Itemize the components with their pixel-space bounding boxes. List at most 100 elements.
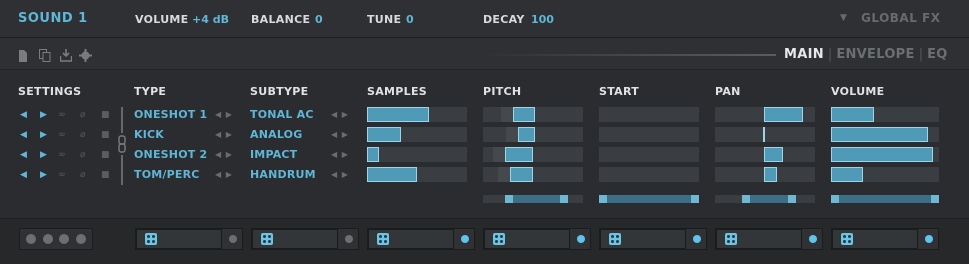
global-fx-button[interactable]: GLOBAL FX bbox=[861, 11, 940, 25]
mute-icon[interactable]: ⌀ bbox=[80, 109, 85, 121]
tab-envelope[interactable]: ENVELOPE bbox=[836, 47, 914, 62]
gear-icon[interactable] bbox=[79, 49, 92, 62]
samples-bar[interactable] bbox=[367, 147, 467, 162]
lock-icon[interactable]: ■ bbox=[101, 149, 110, 161]
randomize-button[interactable] bbox=[832, 229, 918, 249]
slider-handle[interactable] bbox=[742, 195, 750, 203]
start-bar[interactable] bbox=[599, 147, 699, 162]
balance-value[interactable]: 0 bbox=[315, 13, 323, 26]
copy-icon[interactable] bbox=[39, 49, 51, 62]
link-icon[interactable]: ∞ bbox=[58, 129, 66, 141]
link-icon[interactable]: ∞ bbox=[58, 109, 66, 121]
tab-main[interactable]: MAIN bbox=[784, 47, 824, 62]
slider-handle[interactable] bbox=[831, 195, 839, 203]
slot-indicator[interactable] bbox=[229, 235, 237, 243]
mute-icon[interactable]: ⌀ bbox=[80, 149, 85, 161]
mod-slot[interactable] bbox=[599, 228, 707, 250]
slot-indicator[interactable] bbox=[925, 235, 933, 243]
mod-slot[interactable] bbox=[483, 228, 591, 250]
subtype-arrows[interactable]: ◀ ▶ bbox=[331, 150, 349, 159]
chevron-down-icon[interactable]: ▼ bbox=[840, 13, 847, 23]
subtype-arrows[interactable]: ◀ ▶ bbox=[331, 170, 349, 179]
pitch-bar[interactable] bbox=[483, 147, 583, 162]
slider-handle[interactable] bbox=[691, 195, 699, 203]
subtype-value[interactable]: HANDRUM bbox=[250, 168, 316, 181]
subtype-arrows[interactable]: ◀ ▶ bbox=[331, 130, 349, 139]
mod-slot[interactable] bbox=[367, 228, 475, 250]
decay-value[interactable]: 100 bbox=[531, 13, 554, 26]
subtype-value[interactable]: TONAL AC bbox=[250, 108, 314, 121]
mod-slot[interactable] bbox=[831, 228, 939, 250]
type-arrows[interactable]: ◀ ▶ bbox=[215, 170, 233, 179]
start-slider[interactable] bbox=[599, 195, 699, 203]
pan-bar[interactable] bbox=[715, 127, 815, 142]
link-icon[interactable]: ∞ bbox=[58, 169, 66, 181]
start-bar[interactable] bbox=[599, 107, 699, 122]
volume-bar[interactable] bbox=[831, 167, 939, 182]
slot-dot[interactable] bbox=[42, 234, 53, 244]
pan-bar[interactable] bbox=[715, 167, 815, 182]
slot-dot[interactable] bbox=[59, 234, 70, 244]
pitch-bar[interactable] bbox=[483, 127, 583, 142]
slot-dot[interactable] bbox=[26, 234, 37, 244]
slot-indicator[interactable] bbox=[577, 235, 585, 243]
randomize-button[interactable] bbox=[368, 229, 454, 249]
volume-bar[interactable] bbox=[831, 107, 939, 122]
randomize-button[interactable] bbox=[252, 229, 338, 249]
slot-indicator[interactable] bbox=[461, 235, 469, 243]
mute-icon[interactable]: ⌀ bbox=[80, 169, 85, 181]
type-arrows[interactable]: ◀ ▶ bbox=[215, 130, 233, 139]
play-icon[interactable]: ▶ bbox=[40, 169, 47, 181]
slider-handle[interactable] bbox=[560, 195, 568, 203]
save-icon[interactable] bbox=[60, 49, 72, 62]
file-icon[interactable] bbox=[18, 50, 28, 62]
samples-bar[interactable] bbox=[367, 127, 467, 142]
tune-value[interactable]: 0 bbox=[406, 13, 414, 26]
tab-eq[interactable]: EQ bbox=[927, 47, 948, 62]
mod-slot[interactable] bbox=[135, 228, 243, 250]
volume-bar[interactable] bbox=[831, 147, 939, 162]
slider-handle[interactable] bbox=[599, 195, 607, 203]
play-icon[interactable]: ▶ bbox=[40, 149, 47, 161]
slider-handle[interactable] bbox=[505, 195, 513, 203]
type-value[interactable]: TOM/PERC bbox=[134, 168, 200, 181]
samples-bar[interactable] bbox=[367, 107, 467, 122]
volume-slider[interactable] bbox=[831, 195, 939, 203]
slot-dot[interactable] bbox=[75, 234, 86, 244]
slot-indicator[interactable] bbox=[693, 235, 701, 243]
pan-bar[interactable] bbox=[715, 147, 815, 162]
link-icon[interactable]: ∞ bbox=[58, 149, 66, 161]
type-value[interactable]: ONESHOT 1 bbox=[134, 108, 207, 121]
sound-title[interactable]: SOUND 1 bbox=[18, 11, 88, 26]
pitch-bar[interactable] bbox=[483, 107, 583, 122]
randomize-button[interactable] bbox=[600, 229, 686, 249]
play-icon[interactable]: ▶ bbox=[40, 109, 47, 121]
randomize-button[interactable] bbox=[136, 229, 222, 249]
volume-bar[interactable] bbox=[831, 127, 939, 142]
pitch-bar[interactable] bbox=[483, 167, 583, 182]
lock-icon[interactable]: ■ bbox=[101, 109, 110, 121]
speaker-icon[interactable]: ◀ bbox=[20, 109, 27, 121]
slider-handle[interactable] bbox=[788, 195, 796, 203]
slot-indicator[interactable] bbox=[345, 235, 353, 243]
type-arrows[interactable]: ◀ ▶ bbox=[215, 150, 233, 159]
type-arrows[interactable]: ◀ ▶ bbox=[215, 110, 233, 119]
mod-slot[interactable] bbox=[251, 228, 359, 250]
pan-slider[interactable] bbox=[715, 195, 815, 203]
subtype-value[interactable]: IMPACT bbox=[250, 148, 297, 161]
settings-slot[interactable] bbox=[19, 228, 93, 250]
speaker-icon[interactable]: ◀ bbox=[20, 149, 27, 161]
volume-value[interactable]: +4 dB bbox=[192, 13, 229, 26]
slider-handle[interactable] bbox=[931, 195, 939, 203]
mute-icon[interactable]: ⌀ bbox=[80, 129, 85, 141]
pitch-slider[interactable] bbox=[483, 195, 583, 203]
subtype-value[interactable]: ANALOG bbox=[250, 128, 302, 141]
mod-slot[interactable] bbox=[715, 228, 823, 250]
lock-icon[interactable]: ■ bbox=[101, 169, 110, 181]
randomize-button[interactable] bbox=[716, 229, 802, 249]
speaker-icon[interactable]: ◀ bbox=[20, 129, 27, 141]
pan-bar[interactable] bbox=[715, 107, 815, 122]
start-bar[interactable] bbox=[599, 127, 699, 142]
speaker-icon[interactable]: ◀ bbox=[20, 169, 27, 181]
subtype-arrows[interactable]: ◀ ▶ bbox=[331, 110, 349, 119]
